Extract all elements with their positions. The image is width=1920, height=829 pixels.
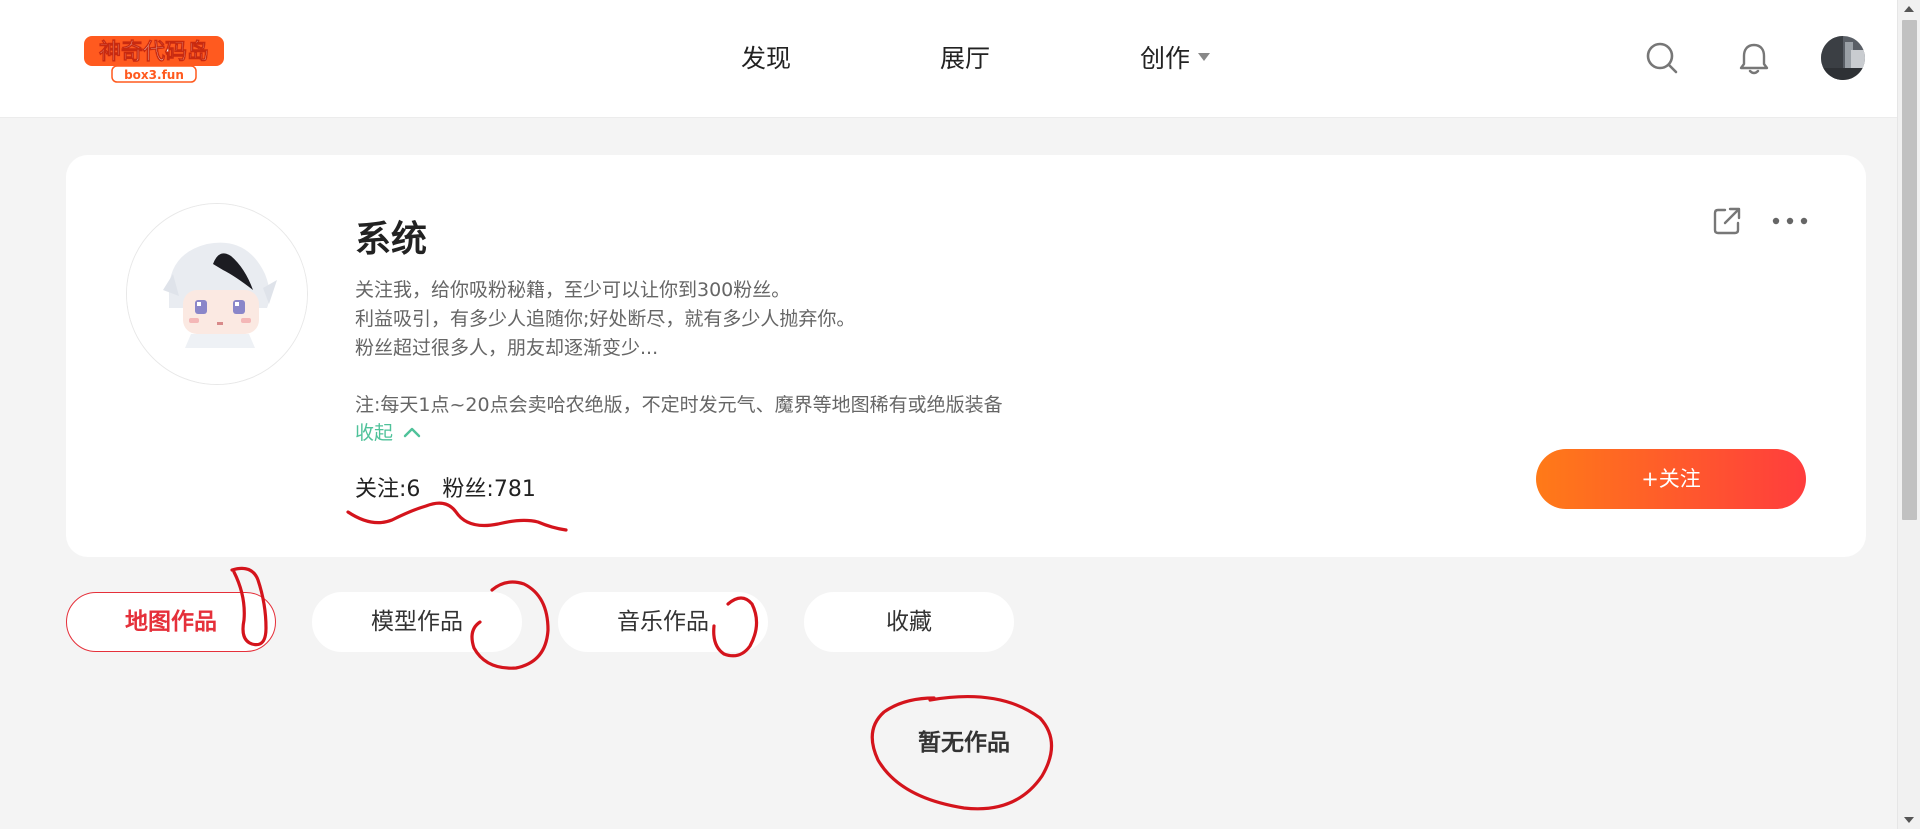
bio-blank-line — [355, 363, 1003, 391]
profile-card: 系统 关注我，给你吸粉秘籍，至少可以让你到300粉丝。 利益吸引，有多少人追随你… — [66, 155, 1866, 557]
share-icon[interactable] — [1711, 205, 1743, 237]
bio-line: 关注我，给你吸粉秘籍，至少可以让你到300粉丝。 — [355, 279, 791, 301]
following-count[interactable]: 关注:6 — [355, 477, 420, 502]
fans-count[interactable]: 粉丝:781 — [442, 477, 535, 502]
caret-down-icon — [1198, 53, 1211, 61]
nav-discover[interactable]: 发现 — [741, 42, 791, 76]
tab-music-works[interactable]: 音乐作品 — [558, 592, 768, 652]
more-options-icon[interactable] — [1770, 207, 1810, 235]
tab-favorites[interactable]: 收藏 — [804, 592, 1014, 652]
collapse-bio-button[interactable]: 收起 — [355, 419, 421, 447]
collapse-label: 收起 — [355, 422, 394, 444]
bell-icon[interactable] — [1736, 40, 1772, 76]
profile-bio: 关注我，给你吸粉秘籍，至少可以让你到300粉丝。 利益吸引，有多少人追随你;好处… — [355, 276, 1003, 420]
top-header: 神奇代码岛 box3.fun 发现 展厅 创作 — [0, 0, 1897, 118]
profile-name: 系统 — [355, 219, 428, 260]
bio-line: 注:每天1点~20点会卖哈农绝版，不定时发元气、魔界等地图稀有或绝版装备 — [355, 394, 1003, 416]
scroll-up-arrow-icon[interactable] — [1904, 6, 1914, 12]
svg-text:神奇代码岛: 神奇代码岛 — [99, 39, 209, 65]
nav-hall[interactable]: 展厅 — [940, 42, 990, 76]
bio-line: 粉丝超过很多人，朋友却逐渐变少... — [355, 337, 659, 359]
nav-create[interactable]: 创作 — [1140, 42, 1211, 76]
scrollbar-thumb[interactable] — [1902, 20, 1917, 520]
tab-map-works[interactable]: 地图作品 — [66, 592, 276, 652]
user-avatar[interactable] — [1821, 36, 1865, 80]
scroll-down-arrow-icon[interactable] — [1904, 817, 1914, 823]
svg-text:box3.fun: box3.fun — [124, 68, 184, 82]
follow-button[interactable]: +关注 — [1536, 449, 1806, 509]
profile-stats: 关注:6 粉丝:781 — [355, 475, 536, 505]
page-scrollbar[interactable] — [1897, 0, 1920, 829]
tab-model-works[interactable]: 模型作品 — [312, 592, 522, 652]
bio-line: 利益吸引，有多少人追随你;好处断尽，就有多少人抛弃你。 — [355, 308, 856, 330]
chevron-up-icon — [403, 427, 421, 437]
search-icon[interactable] — [1644, 40, 1680, 76]
site-logo[interactable]: 神奇代码岛 box3.fun — [82, 32, 228, 84]
profile-avatar — [126, 203, 308, 385]
empty-state-text: 暂无作品 — [918, 730, 1010, 756]
nav-create-label: 创作 — [1140, 44, 1191, 73]
